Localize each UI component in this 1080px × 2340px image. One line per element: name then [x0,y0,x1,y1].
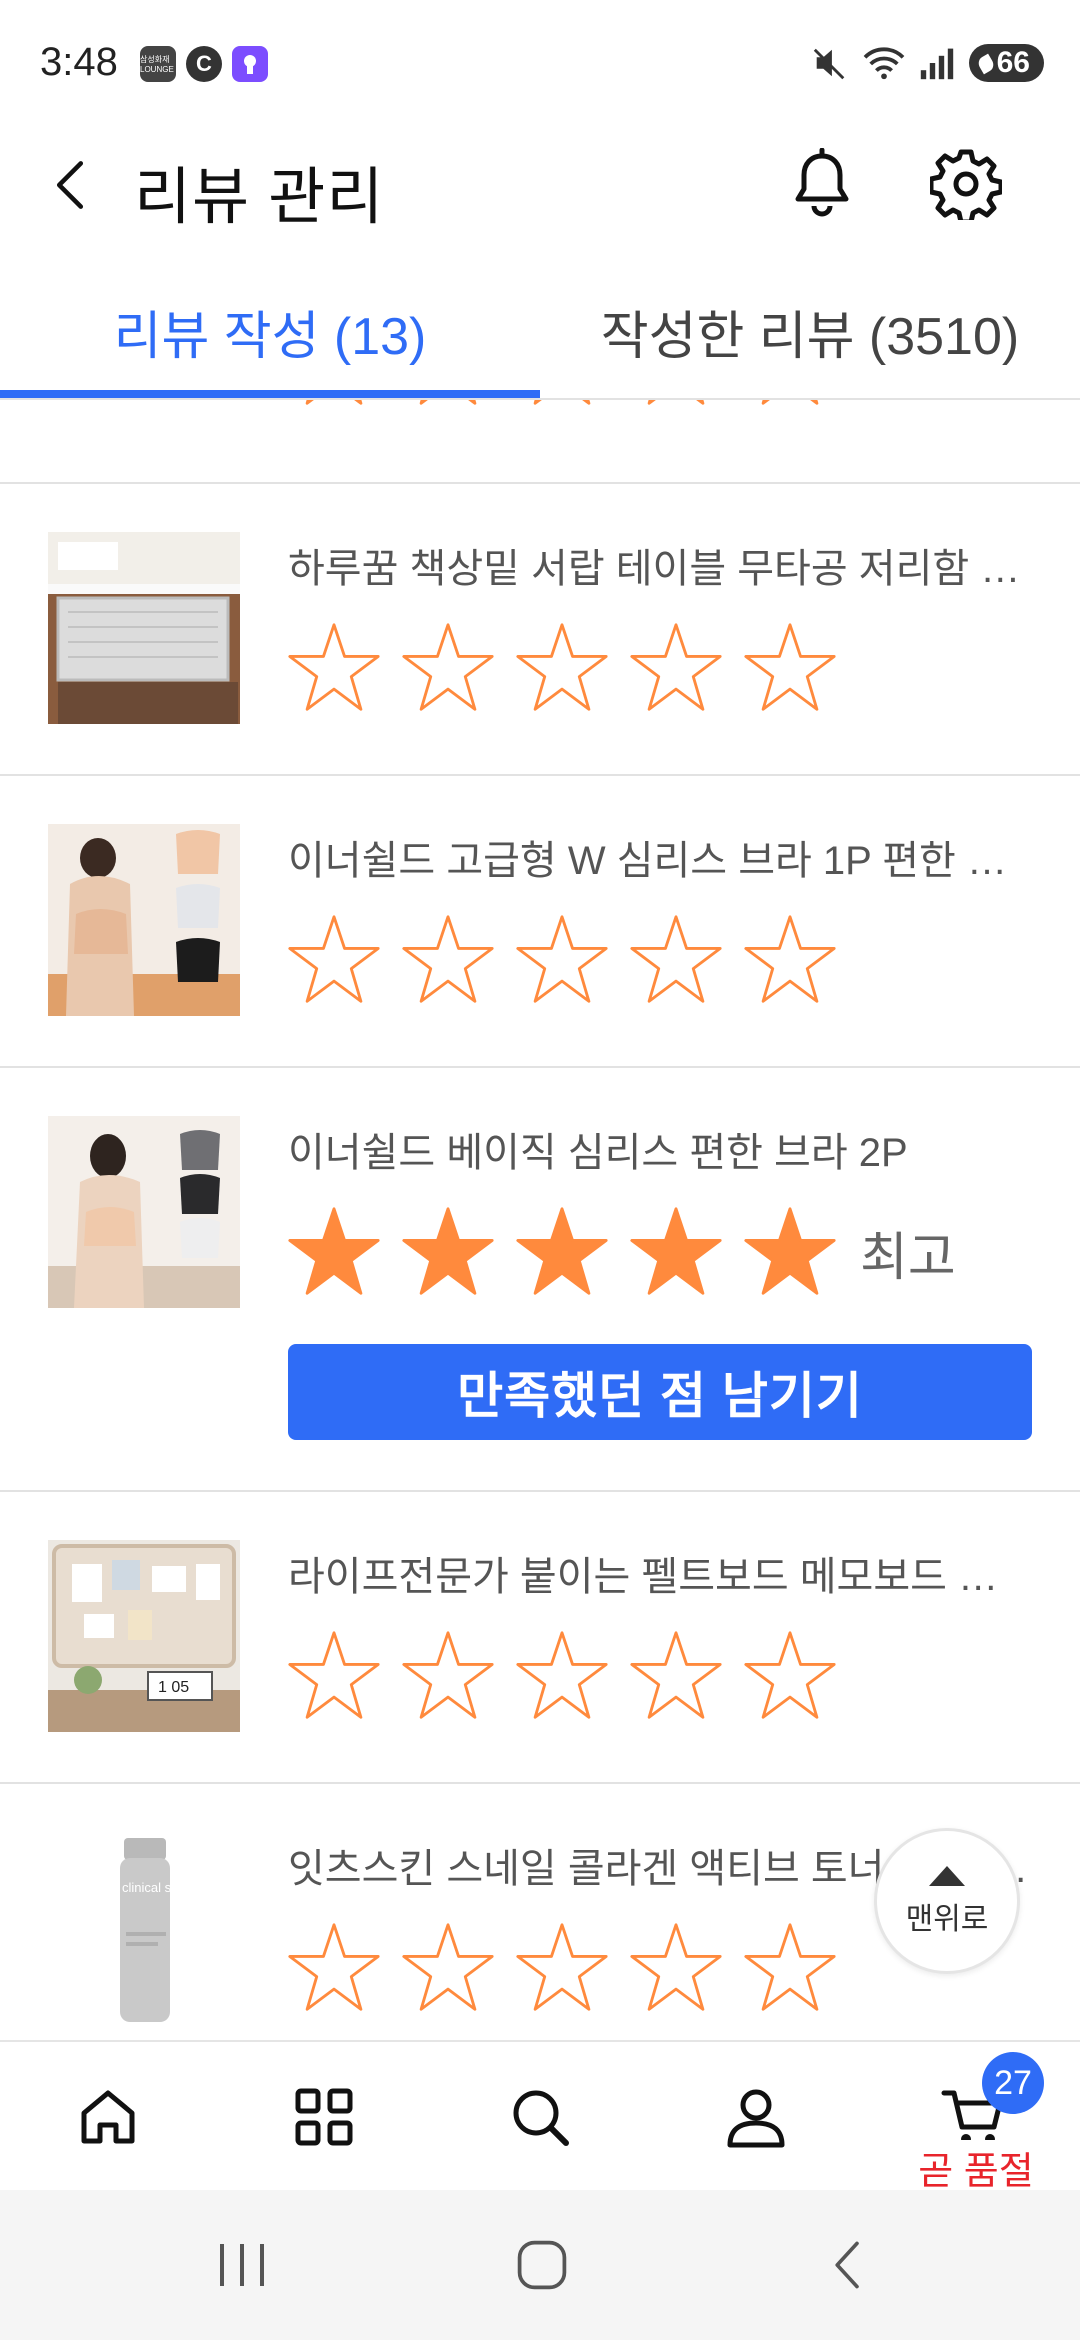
star-empty-icon[interactable] [514,400,610,410]
nav-profile[interactable] [648,2042,864,2192]
star-empty-icon[interactable] [286,1628,382,1724]
lounge-icon-text: 삼성화재 LOUNGE [140,55,174,74]
back-button[interactable] [40,150,100,220]
star-empty-icon[interactable] [286,620,382,716]
mute-icon [813,48,844,80]
star-empty-icon[interactable] [742,1628,838,1724]
star-empty-icon[interactable] [514,1628,610,1724]
star-empty-icon[interactable] [628,1920,724,2016]
cart-count-badge: 27 [982,2052,1044,2114]
back-system-button[interactable] [798,2230,898,2300]
home-system-button[interactable] [492,2230,592,2300]
star-empty-icon[interactable] [514,620,610,716]
star-empty-icon[interactable] [742,620,838,716]
lounge-app-icon: 삼성화재 LOUNGE [140,46,176,82]
review-list: 하루꿈 책상밑 서랍 테이블 무타공 저리함 슬... 이너쉴드 고급형 W 심… [0,400,1080,2040]
star-filled-icon[interactable] [742,1204,838,1300]
active-tab-indicator [0,390,540,398]
nav-search[interactable] [432,2042,648,2192]
status-bar: 3:48 삼성화재 LOUNGE C 66 [0,0,1080,130]
star-empty-icon[interactable] [400,912,496,1008]
star-empty-icon[interactable] [742,912,838,1008]
star-empty-icon[interactable] [286,912,382,1008]
star-empty-icon[interactable] [742,1920,838,2016]
lock-app-icon [232,46,268,82]
star-filled-icon[interactable] [400,1204,496,1300]
star-empty-icon[interactable] [514,912,610,1008]
notification-button[interactable] [782,144,862,224]
star-rating [286,400,838,410]
star-empty-icon[interactable] [628,400,724,410]
battery-indicator: 66 [968,44,1044,82]
search-icon [513,2090,569,2146]
list-item[interactable]: 1 05 라이프전문가 붙이는 펠트보드 메모보드 인... [0,1492,1080,1784]
signal-icon [920,48,953,80]
app-header: 리뷰 관리 [0,130,1080,240]
rating-label: 최고 [860,1228,956,1287]
star-empty-icon[interactable] [628,912,724,1008]
list-item-rated[interactable]: 이너쉴드 베이직 심리스 편한 브라 2P 최고 만족했던 점 남기기 [0,1068,1080,1492]
product-name[interactable]: 이너쉴드 베이직 심리스 편한 브라 2P [288,1120,1028,1178]
list-item-partial [0,400,1080,484]
c-app-icon: C [186,46,222,82]
product-thumbnail[interactable] [48,532,240,724]
recent-apps-button[interactable] [192,2230,292,2300]
bottle-label-text: clinical solution It's skin [122,1880,240,1895]
scroll-to-top-label: 맨위로 [905,1903,989,1936]
nav-home[interactable] [0,2042,216,2192]
status-time: 3:48 [40,40,118,84]
star-empty-icon[interactable] [400,620,496,716]
star-filled-icon[interactable] [628,1204,724,1300]
review-tabs: 리뷰 작성 (13) 작성한 리뷰 (3510) [0,280,1080,400]
product-thumbnail[interactable] [48,824,240,1016]
nav-category[interactable] [216,2042,432,2192]
soldout-soon-label[interactable]: 곧 품절 [870,2140,1080,2195]
star-empty-icon[interactable] [514,1920,610,2016]
star-filled-icon[interactable] [514,1204,610,1300]
product-thumbnail[interactable] [48,1116,240,1308]
star-empty-icon[interactable] [400,1628,496,1724]
tab-written-reviews[interactable]: 작성한 리뷰 (3510) [540,280,1080,398]
system-navigation-bar [0,2190,1080,2340]
star-empty-icon[interactable] [286,1920,382,2016]
gear-icon [930,149,1002,220]
product-name[interactable]: 하루꿈 책상밑 서랍 테이블 무타공 저리함 슬... [288,536,1028,594]
star-rating [286,1628,838,1724]
write-review-button[interactable]: 만족했던 점 남기기 [288,1344,1032,1440]
back-chevron-icon [835,2241,859,2289]
tab-write-review[interactable]: 리뷰 작성 (13) [0,280,540,398]
product-thumbnail[interactable]: 1 05 [48,1540,240,1732]
star-empty-icon[interactable] [400,1920,496,2016]
list-item[interactable]: 하루꿈 책상밑 서랍 테이블 무타공 저리함 슬... [0,484,1080,776]
back-arrow-icon [56,161,84,209]
status-icons: 66 [811,44,1044,82]
product-thumbnail[interactable]: clinical solution It's skin [48,1832,240,2024]
star-rating [286,620,838,716]
settings-button[interactable] [926,144,1006,224]
wifi-icon [863,47,904,80]
product-name[interactable]: 라이프전문가 붙이는 펠트보드 메모보드 인... [288,1544,1028,1602]
star-filled-icon[interactable] [286,1204,382,1300]
clock-digits-text: 1 05 [158,1679,189,1696]
home-icon [81,2090,135,2144]
star-empty-icon[interactable] [628,620,724,716]
category-icon [295,2088,353,2146]
product-name[interactable]: 이너쉴드 고급형 W 심리스 브라 1P 편한 브... [288,828,1028,886]
star-rating [286,912,838,1008]
star-rating: 최고 [286,1204,956,1300]
list-item[interactable]: 이너쉴드 고급형 W 심리스 브라 1P 편한 브... [0,776,1080,1068]
caret-up-icon [929,1866,965,1886]
star-empty-icon[interactable] [628,1628,724,1724]
bell-icon [795,148,849,217]
star-empty-icon[interactable] [286,400,382,410]
profile-icon [727,2089,785,2148]
recent-apps-icon [220,2244,264,2286]
home-square-icon [517,2240,567,2290]
star-empty-icon[interactable] [400,400,496,410]
scroll-to-top-button[interactable]: 맨위로 [874,1828,1020,1974]
star-rating [286,1920,838,2016]
page-title: 리뷰 관리 [134,163,385,232]
star-empty-icon[interactable] [742,400,838,410]
